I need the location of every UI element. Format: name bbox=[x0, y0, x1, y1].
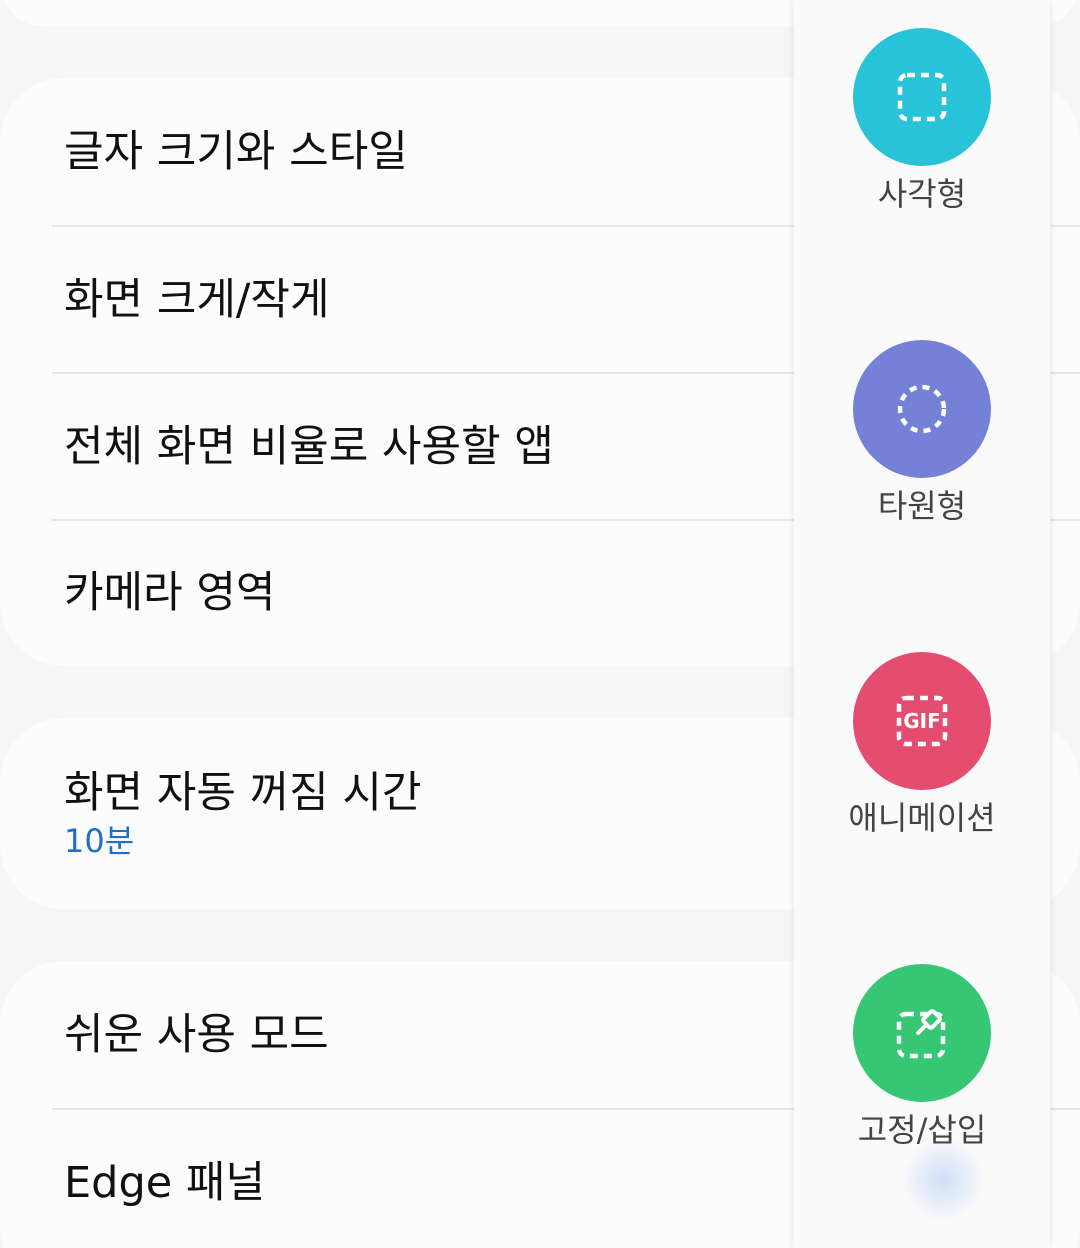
edge-handle-glow bbox=[898, 1140, 988, 1220]
tool-rectangle[interactable]: 사각형 bbox=[794, 28, 1050, 216]
gif-icon: GIF bbox=[896, 695, 948, 747]
tool-label: 애니메이션 bbox=[848, 799, 996, 837]
tool-animation[interactable]: GIF 애니메이션 bbox=[794, 652, 1050, 840]
animation-button[interactable]: GIF bbox=[853, 652, 991, 790]
settings-screen: 글자 크기와 스타일 화면 크게/작게 전체 화면 비율로 사용할 앱 카메라 … bbox=[0, 0, 1080, 1248]
tool-oval[interactable]: 타원형 bbox=[794, 340, 1050, 528]
svg-text:GIF: GIF bbox=[903, 709, 941, 733]
tool-pin-insert[interactable]: 고정/삽입 bbox=[794, 964, 1050, 1152]
pin-insert-button[interactable] bbox=[853, 964, 991, 1102]
rectangle-select-icon bbox=[897, 72, 947, 122]
pin-insert-icon bbox=[896, 1009, 946, 1059]
oval-button[interactable] bbox=[853, 340, 991, 478]
tool-label: 타원형 bbox=[877, 487, 967, 525]
rectangle-button[interactable] bbox=[853, 28, 991, 166]
tool-label: 사각형 bbox=[877, 175, 967, 213]
edge-panel-smart-select: 사각형 타원형 GIF 애니메이션 고정/삽입 bbox=[794, 0, 1050, 1248]
oval-select-icon bbox=[897, 384, 947, 434]
